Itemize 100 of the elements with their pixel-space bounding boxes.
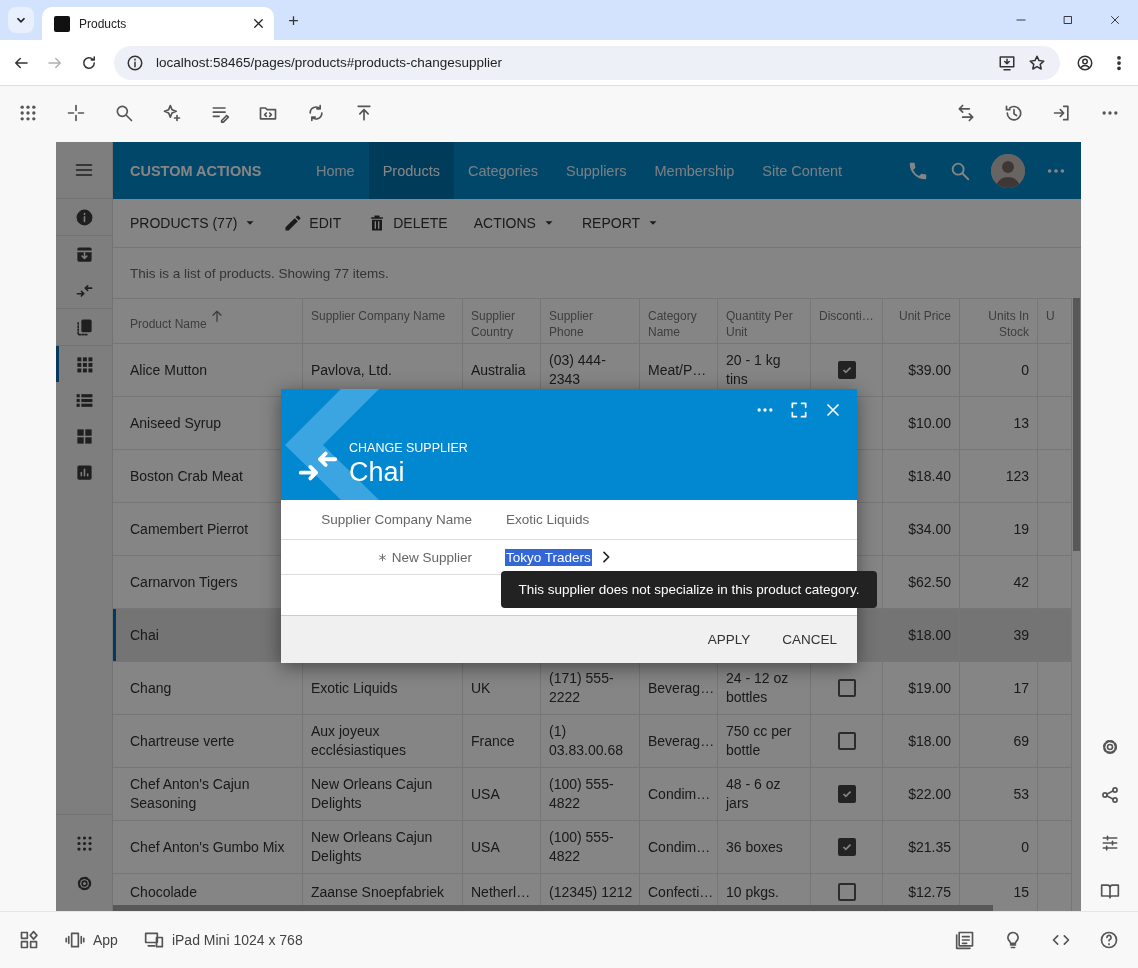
address-bar[interactable]: localhost:58465/pages/products#products-changesupplier (114, 45, 1060, 80)
checkbox[interactable] (837, 838, 856, 856)
article-icon[interactable] (955, 930, 975, 950)
tooltip: This supplier does not specialize in this product category. (501, 571, 877, 608)
field-value[interactable]: Tokyo Traders (505, 548, 592, 566)
device-selector[interactable]: iPad Mini 1024 x 768 (143, 930, 303, 950)
table-cell: 42 (1013, 572, 1029, 592)
table-cell-text: Aux joyeux ecclésiastiques (311, 722, 407, 760)
table-cell: USA (471, 837, 500, 857)
table-cell: $12.75 (908, 883, 951, 902)
plus-icon (286, 13, 301, 28)
table-cell: 69 (1013, 731, 1029, 751)
profile-icon[interactable] (1076, 53, 1094, 72)
table-cell-text: New Orleans Cajun Delights (311, 828, 434, 866)
fullscreen-icon[interactable] (789, 400, 809, 420)
edit-button[interactable]: EDIT (283, 213, 342, 233)
table-cell: 19 (1013, 519, 1029, 539)
table-cell: Camembert Pierrot (130, 519, 249, 539)
table-row[interactable]: Chef Anton's Cajun Seasoning New Orleans Cajun Delights USA (100) 555-4822 Condim… 48 - 6 oz jars $22.00 53 (113, 768, 1072, 821)
table-cell: 17 (1013, 678, 1029, 698)
crosshair-icon[interactable] (66, 103, 86, 123)
table-cell: $34.00 (908, 519, 951, 539)
info-icon[interactable] (126, 53, 144, 72)
scrollbar-thumb[interactable] (1073, 298, 1080, 551)
table-cell: Pavlova, Ltd. (311, 360, 392, 380)
tab-list-button[interactable] (8, 7, 34, 33)
table-cell: Australia (471, 360, 526, 380)
checkbox[interactable] (837, 732, 856, 750)
book-icon[interactable] (1099, 881, 1120, 901)
menu-button[interactable]: REPORT (581, 215, 661, 231)
table-cell: Chang (130, 678, 172, 698)
column-header[interactable]: Supplier Company Name (303, 298, 463, 344)
search-icon[interactable] (114, 103, 134, 123)
table-cell: 123 (1005, 466, 1029, 486)
column-header[interactable]: Category Name (640, 298, 718, 344)
upload-icon[interactable] (354, 103, 374, 123)
install-icon[interactable] (998, 53, 1016, 72)
table-cell: Condim… (648, 837, 711, 857)
view-mode-button[interactable]: App (65, 930, 118, 950)
checkbox[interactable] (837, 883, 856, 901)
table-cell: Aniseed Syrup (130, 413, 222, 433)
table-cell-text: Chef Anton's Cajun Seasoning (130, 775, 251, 813)
devices-icon (143, 930, 164, 950)
close-icon[interactable] (251, 16, 266, 31)
dialog-button[interactable]: CANCEL (768, 624, 851, 655)
checkbox[interactable] (837, 361, 856, 379)
sparkle-icon[interactable] (162, 103, 182, 123)
menu-button[interactable]: ACTIONS (473, 215, 556, 231)
table-cell: $39.00 (908, 360, 951, 380)
table-cell: $62.50 (908, 572, 951, 592)
column-header[interactable]: Quantity Per Unit (718, 298, 811, 344)
table-cell-text: (171) 555-2222 (549, 669, 615, 707)
bookmark-star-icon[interactable] (1028, 53, 1046, 72)
column-header[interactable]: Units In Stock (960, 298, 1038, 344)
help-icon[interactable] (1099, 930, 1119, 950)
table-cell-text: (100) 555-4822 (549, 775, 615, 813)
nav-link[interactable]: Membership (640, 142, 749, 199)
sign-in-icon[interactable] (1052, 103, 1072, 123)
table-cell: Meat/P… (648, 360, 707, 380)
column-header[interactable]: Supplier Phone (541, 298, 640, 344)
field-label: Supplier Company Name (321, 512, 472, 527)
list-description: This is a list of products. Showing 77 items. (130, 265, 389, 281)
column-header[interactable]: Product Name (113, 298, 303, 344)
browser-tab[interactable]: Products (42, 7, 274, 40)
nav-link[interactable]: Products (368, 142, 454, 199)
swap-arrows-icon[interactable] (956, 103, 976, 123)
checkbox[interactable] (837, 785, 856, 803)
history-icon[interactable] (1004, 103, 1024, 123)
widgets-icon[interactable] (19, 930, 39, 950)
scrollbar-thumb[interactable] (113, 905, 993, 911)
menu-button[interactable]: PRODUCTS (77) (130, 215, 258, 231)
column-header[interactable]: Supplier Country (463, 298, 541, 344)
app-brand[interactable]: CUSTOM ACTIONS (130, 162, 262, 179)
table-cell-text: (1) 03.83.00.68 (549, 722, 624, 760)
info-icon (74, 207, 94, 227)
sync-icon[interactable] (306, 103, 326, 123)
reload-icon[interactable] (80, 53, 98, 72)
table-cell: 10 pkgs. (726, 883, 779, 902)
apps-grid-icon[interactable] (18, 103, 38, 123)
share-nodes-icon[interactable] (1099, 785, 1120, 805)
checkbox[interactable] (837, 679, 856, 697)
dialog-button[interactable]: APPLY (693, 624, 765, 655)
table-cell-text: (100) 555-4822 (549, 828, 615, 866)
table-cell: Boston Crab Meat (130, 466, 243, 486)
column-header[interactable]: Unit Price (883, 298, 960, 344)
field-value: Exotic Liquids (505, 511, 591, 528)
nav-link[interactable]: Home (302, 142, 369, 199)
table-row[interactable]: Chef Anton's Gumbo Mix New Orleans Cajun Delights USA (100) 555-4822 Condim… 36 boxes $21.35 0 (113, 821, 1072, 874)
apps-grid-icon[interactable] (74, 833, 94, 853)
nav-link[interactable]: Suppliers (552, 142, 641, 199)
delete-button[interactable]: DELETE (367, 213, 448, 233)
table-cell: 0 (1021, 360, 1029, 380)
table-cell: $18.00 (908, 731, 951, 751)
table-cell-text: 20 - 1 kg tins (726, 351, 782, 389)
nav-link[interactable]: Site Content (748, 142, 857, 199)
table-cell: Beverag… (648, 731, 715, 751)
table-cell: 53 (1013, 784, 1029, 804)
table-cell-text: 24 - 12 oz bottles (726, 669, 790, 707)
column-header[interactable]: Disconti… (811, 298, 883, 344)
table-cell-text: 750 cc per bottle (726, 722, 793, 760)
